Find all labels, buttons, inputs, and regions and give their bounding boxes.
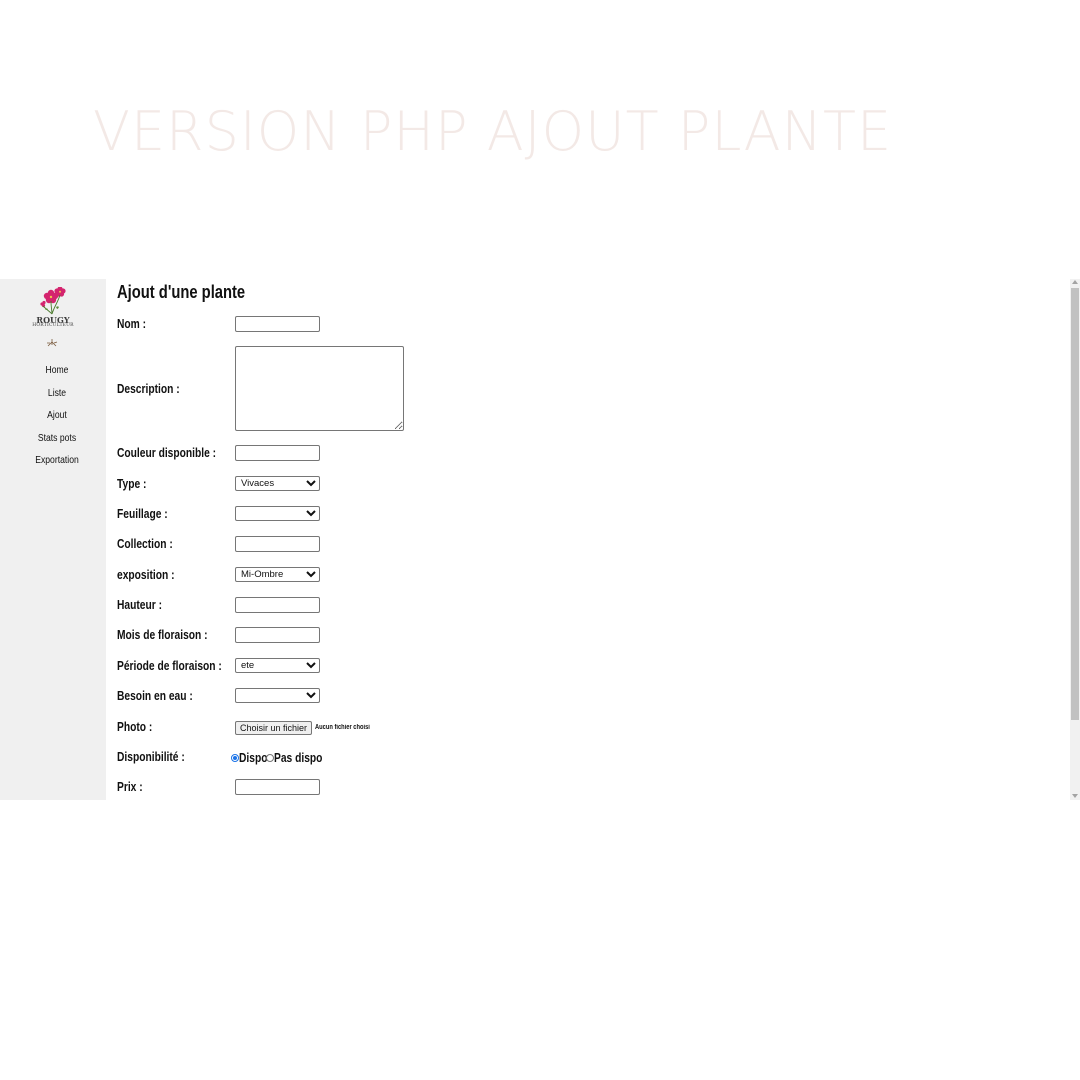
periode-floraison-select[interactable]: ete [235, 658, 320, 673]
description-textarea[interactable] [235, 346, 404, 431]
choose-file-button[interactable]: Choisir un fichier [235, 720, 313, 735]
prix-input[interactable] [235, 779, 320, 795]
file-status: Aucun fichier choisi [315, 724, 370, 732]
sidebar-item-exportation[interactable]: Exportation [10, 449, 103, 472]
besoin-eau-label: Besoin en eau : [117, 689, 193, 703]
page-title: Ajout d'une plante [117, 282, 246, 302]
besoin-eau-select[interactable] [235, 688, 320, 703]
nom-label: Nom : [117, 317, 147, 331]
page-banner: VERSION PHP AJOUT PLANTE [93, 100, 893, 163]
periode-floraison-label: Période de floraison : [117, 659, 222, 673]
photo-file-input: Choisir un fichier Aucun fichier choisi [235, 719, 382, 737]
sidebar-item-ajout[interactable]: Ajout [10, 404, 103, 427]
logo-subtitle: HORTICULTEUR [32, 323, 74, 328]
exposition-select[interactable]: Mi-Ombre [235, 567, 320, 582]
sidebar: ROUGY HORTICULTEUR Home Liste Ajout Stat… [0, 279, 106, 800]
sidebar-item-stats-pots[interactable]: Stats pots [10, 427, 103, 450]
scrollbar-thumb[interactable] [1071, 288, 1079, 720]
exposition-label: exposition : [117, 568, 175, 582]
photo-label: Photo : [117, 720, 153, 734]
sidebar-item-liste[interactable]: Liste [10, 382, 103, 405]
add-plant-form: Ajout d'une plante Nom : Description : C… [117, 279, 1057, 800]
sidebar-nav: Home Liste Ajout Stats pots Exportation [0, 359, 114, 472]
feuillage-select[interactable] [235, 506, 320, 521]
mois-floraison-input[interactable] [235, 627, 320, 643]
vertical-scrollbar[interactable] [1070, 279, 1080, 800]
hauteur-label: Hauteur : [117, 598, 162, 612]
collection-input[interactable] [235, 536, 320, 552]
radio-dispo-label: Dispo [239, 750, 268, 765]
mois-floraison-label: Mois de floraison : [117, 628, 208, 642]
sidebar-item-home[interactable]: Home [10, 359, 103, 382]
disponibilite-label: Disponibilité : [117, 750, 185, 764]
description-label: Description : [117, 382, 180, 396]
couleur-input[interactable] [235, 445, 320, 461]
nom-input[interactable] [235, 316, 320, 332]
radio-pas-dispo-label: Pas dispo [273, 750, 323, 765]
disponibilite-radio-group: Dispo Pas dispo [231, 749, 325, 767]
feuillage-label: Feuillage : [117, 507, 168, 521]
radio-dispo[interactable] [231, 753, 239, 762]
prix-label: Prix : [117, 780, 143, 794]
hauteur-input[interactable] [235, 597, 320, 613]
scroll-up-arrow-icon[interactable] [1072, 280, 1078, 284]
scroll-down-arrow-icon[interactable] [1072, 794, 1078, 798]
app-frame: ROUGY HORTICULTEUR Home Liste Ajout Stat… [0, 279, 1080, 800]
collection-label: Collection : [117, 537, 173, 551]
type-select[interactable]: Vivaces [235, 476, 320, 491]
type-label: Type : [117, 477, 147, 491]
couleur-label: Couleur disponible : [117, 446, 217, 460]
radio-pas-dispo[interactable] [265, 753, 274, 762]
